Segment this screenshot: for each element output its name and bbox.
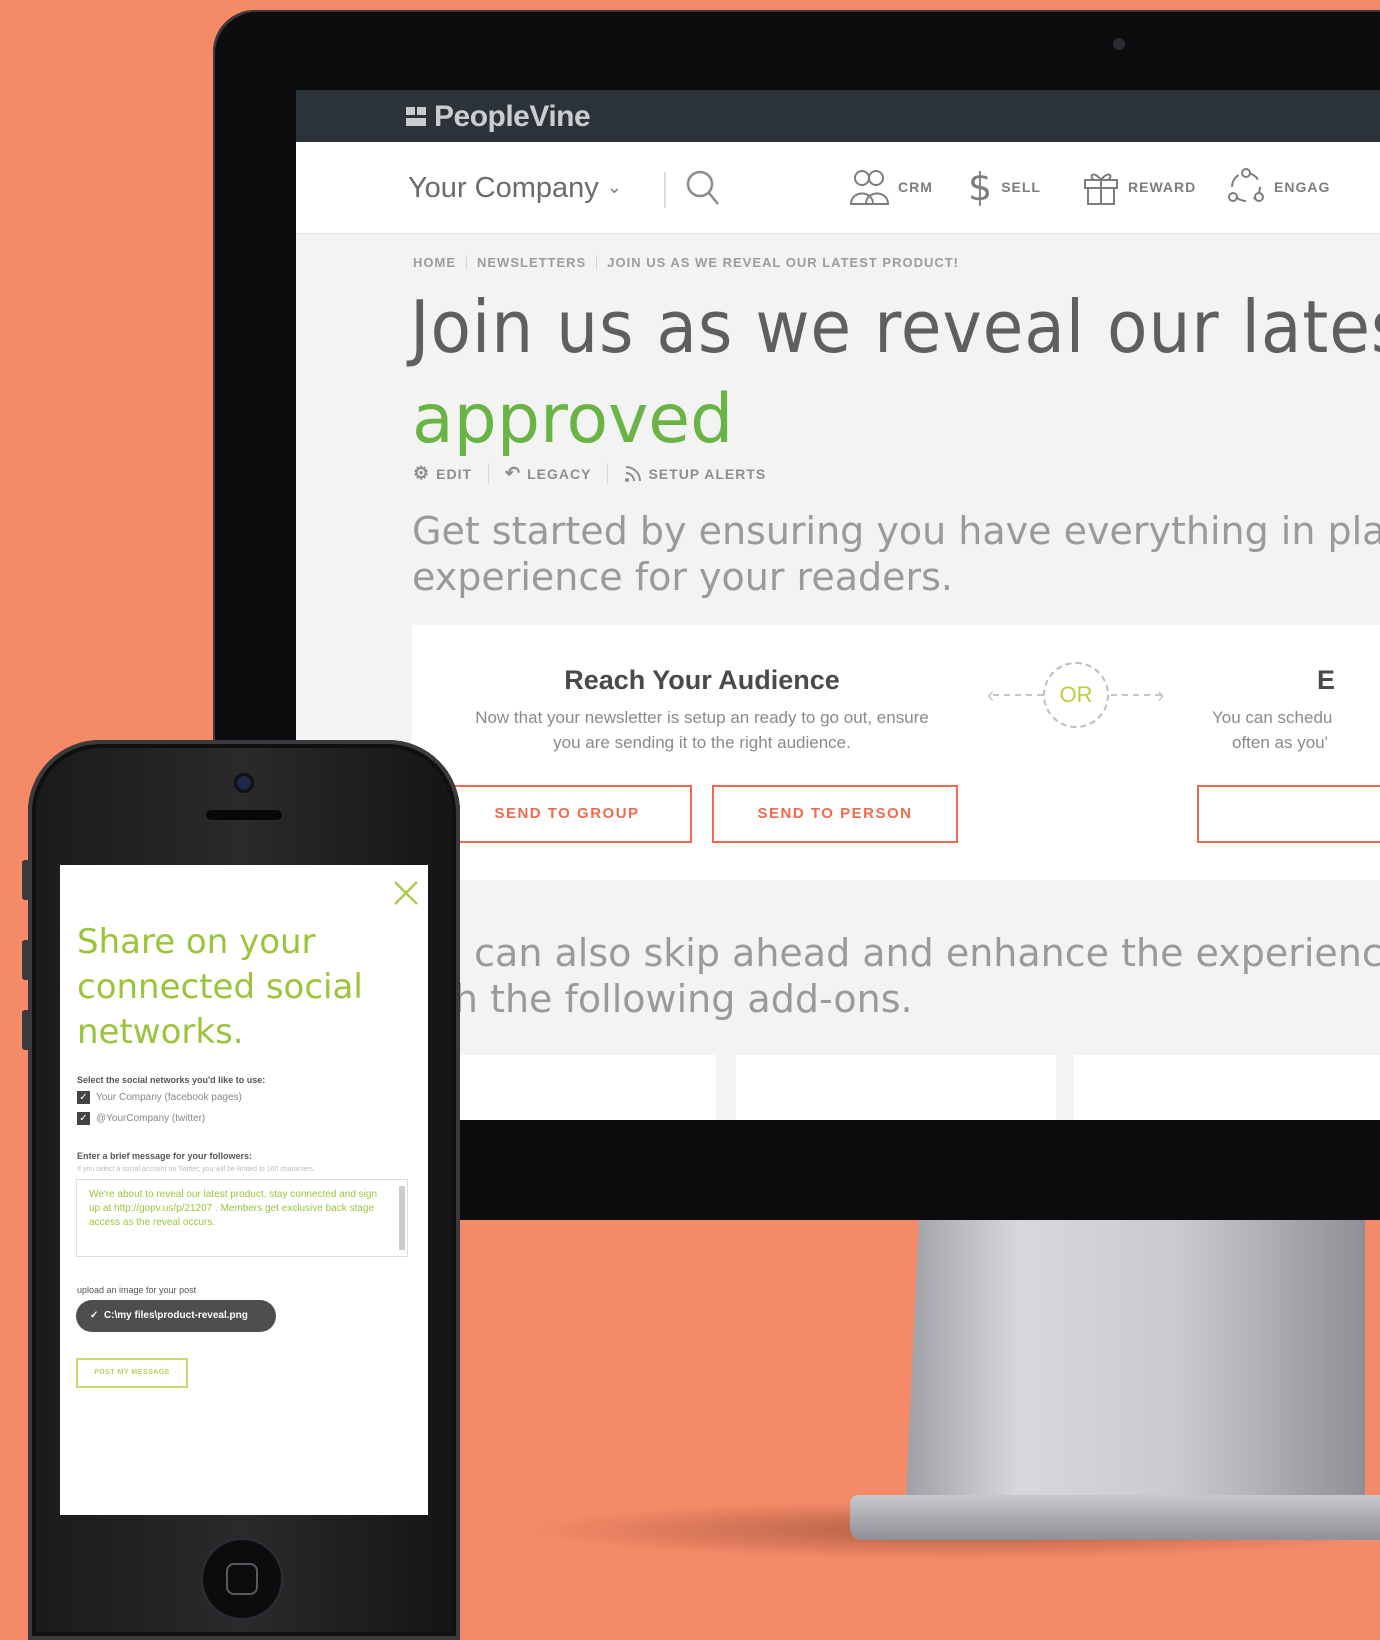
share-dialog: Share on your connected social networks.…: [60, 865, 428, 1515]
edit-button[interactable]: ⚙ EDIT: [413, 463, 490, 484]
title-line: networks.: [77, 1012, 244, 1052]
monitor-stand: [905, 1220, 1365, 1520]
main-navbar: Your Company ⌄ CRM $ SELL REWARD ENGAG: [296, 142, 1380, 234]
phone-button: [22, 940, 30, 980]
breadcrumb-home[interactable]: HOME: [413, 255, 467, 270]
breadcrumb-newsletters[interactable]: NEWSLETTERS: [467, 255, 598, 270]
breadcrumb-current: JOIN US AS WE REVEAL OUR LATEST PRODUCT!: [607, 255, 960, 270]
company-selector[interactable]: Your Company ⌄: [408, 172, 622, 205]
nav-divider: [664, 172, 666, 208]
gift-icon: [1084, 173, 1118, 205]
status-label: approved: [412, 380, 734, 459]
chevron-down-icon: ⌄: [606, 177, 622, 197]
intro-line: experience for your readers.: [412, 555, 953, 599]
app-topbar: PeopleVine: [296, 90, 1380, 142]
network-icon: [1228, 168, 1264, 202]
message-text: We're about to reveal our latest product…: [89, 1189, 378, 1228]
setup-alerts-label: SETUP ALERTS: [648, 465, 767, 482]
addon-card[interactable]: [736, 1055, 1056, 1120]
addons-line: u can also skip ahead and enhance the ex…: [438, 931, 1380, 975]
schedule-button[interactable]: [1197, 785, 1380, 843]
description-line: You can schedu: [1212, 708, 1333, 727]
network-label: Your Company (facebook pages): [96, 1092, 242, 1103]
breadcrumb: HOME NEWSLETTERS JOIN US AS WE REVEAL OU…: [413, 255, 969, 270]
check-icon: ✓: [90, 1310, 99, 1321]
home-square-icon: [226, 1563, 258, 1595]
upload-label: upload an image for your post: [77, 1285, 197, 1295]
or-badge: OR: [1043, 662, 1109, 728]
front-camera-icon: [237, 776, 251, 790]
setup-alerts-button[interactable]: SETUP ALERTS: [608, 463, 782, 484]
search-icon[interactable]: [686, 170, 720, 206]
network-option-twitter[interactable]: ✓ @YourCompany (twitter): [77, 1112, 205, 1125]
checkbox-checked-icon[interactable]: ✓: [77, 1112, 90, 1125]
send-to-group-button[interactable]: SEND TO GROUP: [442, 785, 692, 843]
phone-button: [22, 860, 30, 900]
textarea-scrollbar[interactable]: [399, 1186, 405, 1250]
checkbox-checked-icon[interactable]: ✓: [77, 1091, 90, 1104]
dollar-icon: $: [968, 165, 994, 209]
addons-intro: u can also skip ahead and enhance the ex…: [326, 930, 1380, 1022]
page-actions: ⚙ EDIT ↶ LEGACY SETUP ALERTS: [413, 463, 782, 484]
home-button[interactable]: [200, 1537, 284, 1621]
legacy-button[interactable]: ↶ LEGACY: [489, 463, 609, 484]
description-line: you are sending it to the right audience…: [553, 733, 851, 752]
nav-item-sell[interactable]: $ SELL: [968, 165, 1041, 209]
schedule-card-description: You can schedu often as you': [1212, 705, 1380, 755]
logo-icon: [406, 107, 428, 127]
nav-item-label: REWARD: [1128, 179, 1197, 195]
edit-label: EDIT: [436, 465, 473, 482]
company-name: Your Company: [408, 172, 599, 204]
dashed-line: [1111, 694, 1161, 696]
nav-item-reward[interactable]: REWARD: [1082, 166, 1196, 208]
nav-item-label: CRM: [898, 179, 933, 195]
post-message-button[interactable]: POST MY MESSAGE: [76, 1358, 188, 1388]
share-title: Share on your connected social networks.: [77, 920, 363, 1055]
rss-icon: [625, 465, 642, 482]
brand-name: PeopleVine: [434, 100, 591, 133]
intro-line: Get started by ensuring you have everyth…: [412, 509, 1380, 553]
nav-item-engage[interactable]: ENGAG: [1226, 166, 1330, 208]
message-hint: If you select a social account on Twitte…: [77, 1166, 315, 1173]
message-textarea[interactable]: We're about to reveal our latest product…: [76, 1179, 408, 1257]
addons-line: th the following add-ons.: [439, 977, 913, 1021]
people-icon: [849, 170, 890, 205]
dashed-line: [993, 694, 1043, 696]
nav-item-label: SELL: [1001, 179, 1041, 195]
monitor-stand-base: [850, 1495, 1380, 1540]
page-title: Join us as we reveal our lates: [410, 285, 1380, 369]
network-label: @YourCompany (twitter): [96, 1113, 206, 1124]
camera-icon: [1113, 38, 1125, 50]
file-upload-button[interactable]: ✓ C:\my files\product-reveal.png: [76, 1300, 276, 1332]
nav-item-crm[interactable]: CRM: [848, 166, 933, 208]
audience-card-description: Now that your newsletter is setup an rea…: [442, 705, 962, 755]
legacy-label: LEGACY: [527, 465, 592, 482]
arrow-right-icon: ›: [1157, 682, 1165, 707]
audience-card: Reach Your Audience Now that your newsle…: [412, 625, 1380, 880]
description-line: Now that your newsletter is setup an rea…: [475, 708, 929, 727]
or-divider: ‹ OR ›: [987, 660, 1167, 730]
message-label: Enter a brief message for your followers…: [77, 1151, 253, 1161]
network-option-facebook[interactable]: ✓ Your Company (facebook pages): [77, 1091, 242, 1104]
send-to-person-button[interactable]: SEND TO PERSON: [712, 785, 958, 843]
title-line: connected social: [77, 967, 363, 1007]
file-name: C:\my files\product-reveal.png: [103, 1310, 248, 1321]
select-networks-label: Select the social networks you'd like to…: [77, 1075, 266, 1085]
close-icon[interactable]: [392, 879, 420, 907]
gear-icon: ⚙: [413, 463, 431, 483]
brand-logo[interactable]: PeopleVine: [406, 100, 591, 134]
intro-text: Get started by ensuring you have everyth…: [412, 508, 1380, 600]
phone-button: [22, 1010, 30, 1050]
description-line: often as you': [1232, 733, 1328, 752]
undo-icon: ↶: [505, 463, 522, 483]
schedule-card-title: E: [1317, 665, 1336, 695]
nav-item-label: ENGAG: [1274, 179, 1331, 195]
addon-card[interactable]: [426, 1055, 716, 1120]
audience-card-title: Reach Your Audience: [564, 665, 840, 695]
addon-card[interactable]: [1074, 1055, 1380, 1120]
phone-speaker: [204, 808, 284, 822]
title-line: Share on your: [77, 922, 316, 962]
